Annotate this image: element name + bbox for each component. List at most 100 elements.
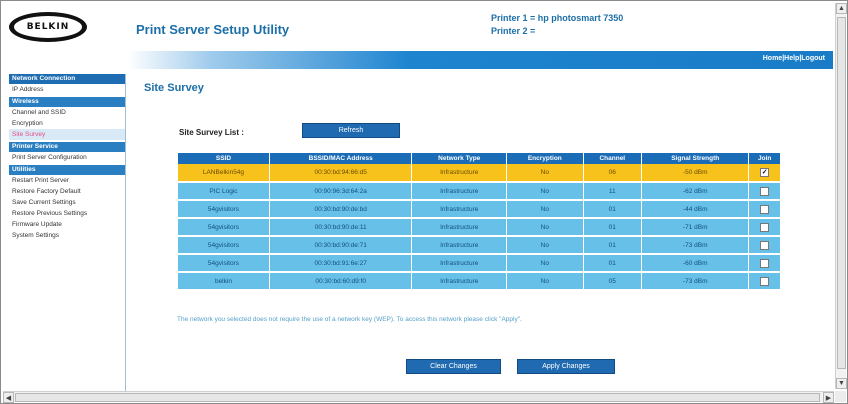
horizontal-scroll-thumb[interactable]: [15, 393, 820, 402]
arrow-right-icon[interactable]: ▶: [823, 392, 834, 403]
cell-join: [748, 200, 781, 219]
column-header: BSSID/MAC Address: [269, 153, 413, 164]
table-row[interactable]: LANBelkin54g 00:30:bd:94:66:d5 Infrastruct…: [178, 164, 781, 183]
cell-signal: -73 dBm: [641, 272, 750, 291]
column-header: Encryption: [506, 153, 584, 164]
cell-join: [748, 218, 781, 237]
sidebar-item-restore-factory-default[interactable]: Restore Factory Default: [9, 186, 125, 197]
cell-join: [748, 182, 781, 201]
cell-enc: No: [506, 164, 584, 183]
table-row[interactable]: belkin 00:30:bd:60:d9:f0 Infrastructure No 0…: [178, 272, 781, 291]
network-key-note: The network you selected does not requir…: [177, 316, 522, 323]
join-checkbox[interactable]: [760, 258, 770, 268]
cell-bssid: 00:30:bd:60:d9:f0: [269, 272, 413, 291]
sidebar-item-ip-address[interactable]: IP Address: [9, 84, 125, 95]
sidebar-item-channel-and-ssid[interactable]: Channel and SSID: [9, 107, 125, 118]
cell-ssid: 54gvisitors: [178, 236, 270, 255]
table-row[interactable]: 54gvisitors 00:30:bd:90:de:71 Infrastructu…: [178, 236, 781, 255]
cell-channel: 06: [583, 164, 643, 183]
cell-ssid: LANBelkin54g: [178, 164, 270, 183]
sidebar-item-save-current-settings[interactable]: Save Current Settings: [9, 197, 125, 208]
cell-enc: No: [506, 254, 584, 273]
join-checkbox[interactable]: [760, 222, 770, 232]
apply-changes-button[interactable]: Apply Changes: [517, 359, 615, 374]
column-header: Signal Strength: [641, 153, 750, 164]
join-checkbox[interactable]: ✓: [760, 168, 770, 177]
cell-enc: No: [506, 236, 584, 255]
cell-ssid: 54gvisitors: [178, 200, 270, 219]
printer1-status: Printer 1 = hp photosmart 7350: [491, 13, 624, 23]
cell-type: Infrastructure: [411, 218, 507, 237]
cell-bssid: 00:30:bd:90:de:71: [269, 236, 413, 255]
cell-type: Infrastructure: [411, 164, 507, 183]
sidebar-divider: [125, 74, 126, 394]
site-survey-table: SSID BSSID/MAC Address Network Type Encrypt…: [178, 153, 781, 291]
table-row[interactable]: 54gvisitors 00:30:bd:91:6e:27 Infrastructu…: [178, 254, 781, 273]
cell-type: Infrastructure: [411, 254, 507, 273]
cell-ssid: PIC Logic: [178, 182, 270, 201]
arrow-down-icon[interactable]: ▼: [836, 378, 847, 389]
vertical-scroll-thumb[interactable]: [837, 17, 846, 369]
clear-changes-button[interactable]: Clear Changes: [406, 359, 501, 374]
cell-enc: No: [506, 200, 584, 219]
cell-enc: No: [506, 218, 584, 237]
cell-signal: -50 dBm: [641, 164, 750, 183]
cell-ssid: 54gvisitors: [178, 218, 270, 237]
cell-join: [748, 236, 781, 255]
table-header-row: SSID BSSID/MAC Address Network Type Encrypt…: [178, 153, 781, 164]
arrow-left-icon[interactable]: ◀: [3, 392, 14, 403]
cell-join: [748, 254, 781, 273]
sidebar-item-print-server-configuration[interactable]: Print Server Configuration: [9, 152, 125, 163]
horizontal-scrollbar[interactable]: ◀ ▶: [3, 391, 834, 403]
arrow-up-icon[interactable]: ▲: [836, 3, 847, 14]
cell-channel: 11: [583, 182, 643, 201]
page-title: Site Survey: [144, 82, 204, 94]
sidebar-item-firmware-update[interactable]: Firmware Update: [9, 219, 125, 230]
top-links[interactable]: Home|Help|Logout: [763, 55, 825, 62]
cell-join: ✓: [748, 164, 781, 183]
column-header: SSID: [178, 153, 270, 164]
cell-channel: 01: [583, 254, 643, 273]
cell-type: Infrastructure: [411, 272, 507, 291]
cell-signal: -71 dBm: [641, 218, 750, 237]
column-header: Channel: [583, 153, 643, 164]
cell-type: Infrastructure: [411, 236, 507, 255]
header-bar: [127, 51, 833, 69]
cell-bssid: 00:30:bd:91:6e:27: [269, 254, 413, 273]
site-survey-label: Site Survey List :: [179, 128, 244, 137]
join-checkbox[interactable]: [760, 276, 770, 286]
printer-status: Printer 1 = hp photosmart 7350 Printer 2…: [491, 12, 623, 38]
cell-channel: 01: [583, 236, 643, 255]
refresh-button[interactable]: Refresh: [302, 123, 400, 138]
cell-enc: No: [506, 272, 584, 291]
table-row[interactable]: PIC Logic 00:90:96:3d:64:2a Infrastructure…: [178, 182, 781, 201]
join-checkbox[interactable]: [760, 204, 770, 214]
cell-signal: -44 dBm: [641, 200, 750, 219]
sidebar-section-utilities: Utilities: [9, 165, 125, 175]
vertical-scrollbar[interactable]: ▲ ▼: [835, 3, 847, 389]
cell-bssid: 00:90:96:3d:64:2a: [269, 182, 413, 201]
logo-text: BELKIN: [14, 16, 82, 38]
table-row[interactable]: 54gvisitors 00:30:bd:90:de:11 Infrastructu…: [178, 218, 781, 237]
sidebar-item-encryption[interactable]: Encryption: [9, 118, 125, 129]
sidebar-item-site-survey[interactable]: Site Survey: [9, 129, 125, 140]
scroll-corner: [835, 391, 846, 402]
column-header: Join: [748, 153, 781, 164]
cell-enc: No: [506, 182, 584, 201]
cell-bssid: 00:30:bd:90:de:11: [269, 218, 413, 237]
join-checkbox[interactable]: [760, 240, 770, 250]
printer2-status: Printer 2 =: [491, 26, 536, 36]
table-body: LANBelkin54g 00:30:bd:94:66:d5 Infrastruct…: [178, 164, 781, 291]
browser-frame: BELKIN Print Server Setup Utility Printe…: [0, 0, 848, 404]
cell-signal: -60 dBm: [641, 254, 750, 273]
sidebar-item-restart-print-server[interactable]: Restart Print Server: [9, 175, 125, 186]
table-row[interactable]: 54gvisitors 00:30:bd:90:de:bd Infrastructu…: [178, 200, 781, 219]
cell-channel: 01: [583, 218, 643, 237]
cell-signal: -62 dBm: [641, 182, 750, 201]
cell-type: Infrastructure: [411, 200, 507, 219]
cell-ssid: 54gvisitors: [178, 254, 270, 273]
sidebar-item-system-settings[interactable]: System Settings: [9, 230, 125, 241]
sidebar-item-restore-previous-settings[interactable]: Restore Previous Settings: [9, 208, 125, 219]
join-checkbox[interactable]: [760, 186, 770, 196]
column-header: Network Type: [411, 153, 507, 164]
